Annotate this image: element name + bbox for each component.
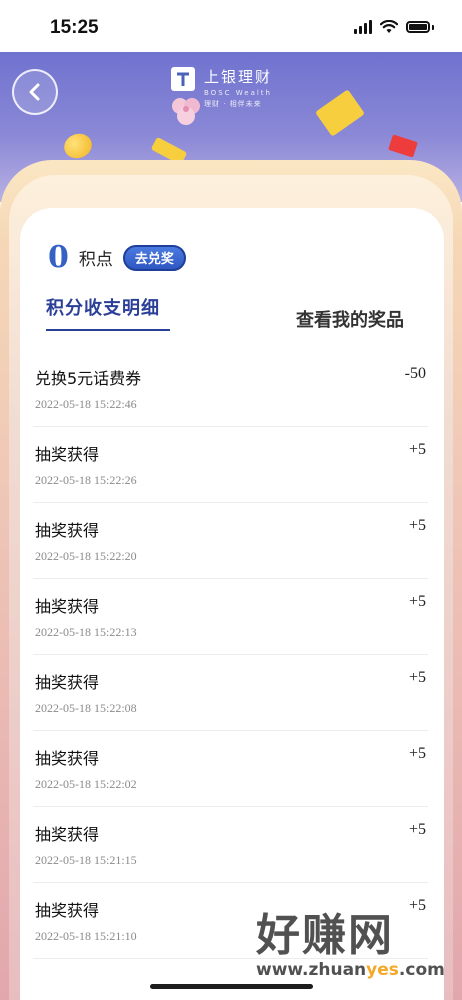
record-title: 抽奖获得 (35, 749, 100, 768)
record-title: 兑换5元话费券 (35, 369, 142, 388)
logo-english-name: BOSC Wealth (204, 89, 272, 97)
home-indicator[interactable] (150, 984, 313, 989)
status-icons (354, 20, 434, 34)
record-time: 2022-05-18 15:22:26 (35, 473, 137, 487)
wifi-icon (380, 20, 398, 33)
record-title: 抽奖获得 (35, 673, 100, 692)
points-card: 0 积点 去兑奖 积分收支明细 查看我的奖品 兑换5元话费券 2022-05-1… (20, 208, 444, 1000)
list-item: 抽奖获得 2022-05-18 15:22:02 +5 (33, 731, 428, 807)
points-unit: 积点 (78, 250, 113, 270)
record-amount: +5 (408, 593, 426, 610)
tab-my-prizes[interactable]: 查看我的奖品 (296, 306, 404, 332)
record-time: 2022-05-18 15:22:08 (35, 701, 137, 715)
record-title: 抽奖获得 (35, 521, 100, 540)
record-amount: -50 (404, 365, 426, 382)
back-button[interactable] (12, 69, 58, 115)
record-amount: +5 (408, 897, 426, 914)
record-time: 2022-05-18 15:21:10 (35, 929, 137, 943)
status-time: 15:25 (50, 17, 99, 38)
logo-slogan: 理财 · 相伴未来 (204, 100, 262, 108)
list-item: 抽奖获得 2022-05-18 15:22:08 +5 (33, 655, 428, 731)
record-title: 抽奖获得 (35, 597, 100, 616)
record-amount: +5 (408, 517, 426, 534)
coin-decoration-icon (60, 129, 96, 163)
watermark-url: www.zhuanyes.com (256, 960, 445, 980)
list-item: 抽奖获得 2022-05-18 15:22:26 +5 (33, 427, 428, 503)
redeem-button[interactable]: 去兑奖 (122, 244, 186, 271)
record-time: 2022-05-18 15:22:20 (35, 549, 137, 563)
flower-icon (172, 98, 200, 125)
list-item: 兑换5元话费券 2022-05-18 15:22:46 -50 (33, 351, 428, 427)
record-time: 2022-05-18 15:21:15 (35, 853, 137, 867)
list-item: 抽奖获得 2022-05-18 15:21:15 +5 (33, 807, 428, 883)
watermark-chinese: 好赚网 (256, 910, 394, 961)
record-title: 抽奖获得 (35, 825, 100, 844)
tab-points-history[interactable]: 积分收支明细 (46, 294, 160, 320)
points-value: 0 (48, 240, 69, 275)
record-time: 2022-05-18 15:22:13 (35, 625, 137, 639)
red-envelope-decoration-icon (388, 134, 418, 158)
list-item: 抽奖获得 2022-05-18 15:22:20 +5 (33, 503, 428, 579)
cellular-signal-icon (354, 20, 372, 34)
record-amount: +5 (408, 669, 426, 686)
record-amount: +5 (408, 821, 426, 838)
records-list: 兑换5元话费券 2022-05-18 15:22:46 -50 抽奖获得 202… (33, 351, 428, 959)
record-title: 抽奖获得 (35, 445, 100, 464)
list-item: 抽奖获得 2022-05-18 15:22:13 +5 (33, 579, 428, 655)
logo-name: 上银理财 (204, 68, 273, 86)
tab-active-underline (46, 329, 170, 331)
record-amount: +5 (408, 441, 426, 458)
record-time: 2022-05-18 15:22:46 (35, 397, 137, 411)
battery-icon (406, 21, 430, 33)
money-bill-decoration-icon (315, 89, 365, 137)
record-amount: +5 (408, 745, 426, 762)
points-summary: 0 积点 去兑奖 (48, 240, 186, 275)
chevron-left-icon (29, 83, 40, 101)
status-bar: 15:25 (0, 0, 462, 52)
record-time: 2022-05-18 15:22:02 (35, 777, 137, 791)
record-title: 抽奖获得 (35, 901, 100, 920)
